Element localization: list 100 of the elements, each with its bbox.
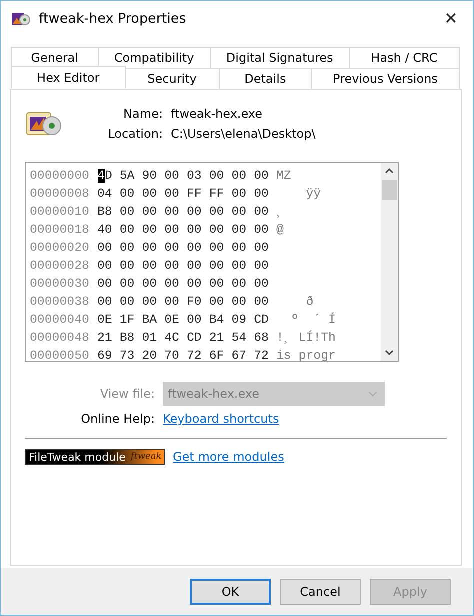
hex-byte: 00: [232, 168, 247, 185]
field-value: C:\Users\elena\Desktop\: [171, 127, 316, 141]
hex-byte: 00: [232, 258, 247, 275]
window-title: ftweak-hex Properties: [39, 11, 188, 27]
hex-byte: 00: [209, 222, 224, 239]
hex-byte: 00: [232, 294, 247, 311]
hex-byte: 00: [254, 222, 269, 239]
hex-byte: 72: [187, 348, 202, 365]
hex-byte: 00: [254, 204, 269, 221]
hex-byte: FF: [209, 186, 224, 203]
hex-byte: 00: [187, 204, 202, 221]
hex-byte: 69: [98, 348, 112, 365]
offset-text: 00000000: [30, 168, 90, 185]
scrollbar[interactable]: [381, 163, 398, 361]
offset-text: 00000030: [30, 276, 90, 293]
hex-byte: 00: [232, 204, 247, 221]
hex-byte: 00: [164, 294, 180, 311]
tab[interactable]: Previous Versions: [310, 68, 460, 89]
ascii-text: ÿÿ: [305, 186, 322, 203]
hex-byte: 0E: [98, 312, 112, 329]
hex-byte: 00: [120, 240, 135, 257]
hex-byte: 00: [142, 240, 158, 257]
hex-view[interactable]: [25, 162, 399, 362]
hex-byte: 6F: [209, 348, 224, 365]
hex-byte: 00: [164, 240, 180, 257]
hex-byte: 00: [254, 276, 269, 293]
ascii-text: !¸ LÍ!Th: [276, 330, 336, 347]
ascii-text: @: [276, 222, 284, 239]
hex-byte: 00: [142, 222, 158, 239]
field-label: Online Help:: [80, 412, 155, 426]
offset-text: 00000048: [30, 330, 90, 347]
hex-byte: 00: [187, 258, 202, 275]
hex-byte: 00: [142, 258, 158, 275]
hex-byte: 00: [232, 276, 247, 293]
hex-byte: 00: [98, 276, 112, 293]
field-value: ftweak-hex.exe: [171, 107, 263, 121]
hex-byte: 00: [209, 294, 224, 311]
hex-byte: 00: [142, 186, 158, 203]
hex-byte: 00: [254, 186, 269, 203]
hex-byte: 03: [187, 168, 202, 185]
hex-byte: 00: [98, 258, 112, 275]
hex-byte: 73: [120, 348, 135, 365]
hex-byte: 00: [209, 240, 224, 257]
ascii-text: ð: [305, 294, 314, 311]
offset-text: 00000018: [30, 222, 90, 239]
hex-byte: 04: [98, 186, 112, 203]
hex-byte: 68: [254, 330, 269, 347]
hex-byte: 00: [120, 222, 135, 239]
hex-byte: 00: [209, 168, 224, 185]
keyboard-shortcuts-link[interactable]: Keyboard shortcuts: [163, 412, 280, 426]
offset-text: 00000028: [30, 258, 90, 275]
offset-text: 00000008: [30, 186, 90, 203]
hex-byte: B8: [120, 330, 135, 347]
hex-byte: 00: [120, 186, 135, 203]
hex-byte: CD: [254, 312, 269, 329]
hex-byte: 21: [98, 330, 112, 347]
get-more-modules-link[interactable]: Get more modules: [173, 450, 284, 464]
hex-byte: 00: [164, 204, 180, 221]
hex-byte: 00: [232, 222, 247, 239]
tab[interactable]: Hex Editor: [11, 66, 126, 89]
hex-byte: 67: [232, 348, 247, 365]
scroll-thumb[interactable]: [382, 180, 397, 200]
hex-byte: 20: [142, 348, 158, 365]
hex-byte: 00: [142, 204, 158, 221]
hex-byte: 00: [187, 276, 202, 293]
hex-byte: 00: [164, 258, 180, 275]
field-label: Location:: [107, 127, 163, 141]
hex-byte: 00: [209, 204, 224, 221]
close-button[interactable]: ✕: [429, 1, 473, 37]
hex-byte: 4D: [98, 168, 112, 185]
hex-byte: 90: [142, 168, 158, 185]
hex-byte: 00: [209, 258, 224, 275]
ascii-text: MZ: [276, 168, 292, 185]
tab[interactable]: Hash / CRC: [348, 47, 460, 68]
field-label: View file:: [99, 387, 155, 401]
hex-byte: 00: [164, 222, 180, 239]
ascii-text: º ´ Í: [290, 312, 336, 329]
dialog-button[interactable]: OK: [190, 578, 271, 604]
hex-byte: 01: [142, 330, 158, 347]
hex-byte: 00: [164, 168, 180, 185]
hex-byte: 00: [164, 276, 180, 293]
offset-text: 00000010: [30, 204, 90, 221]
hex-byte: 00: [98, 240, 112, 257]
hex-byte: CD: [187, 330, 202, 347]
logo-text: ftweak: [130, 452, 163, 462]
dialog-button[interactable]: Cancel: [280, 578, 361, 604]
hex-byte: 00: [120, 276, 135, 293]
field-label: Name:: [122, 107, 163, 121]
offset-text: 00000040: [30, 312, 90, 329]
hex-byte: 00: [232, 240, 247, 257]
dropdown-caret-icon: [368, 391, 378, 397]
hex-byte: 00: [254, 168, 269, 185]
offset-text: 00000020: [30, 240, 90, 257]
hex-byte: 00: [254, 240, 269, 257]
hex-byte: B4: [209, 312, 224, 329]
hex-byte: 72: [254, 348, 269, 365]
hex-byte: 09: [232, 312, 247, 329]
hex-byte: 21: [209, 330, 224, 347]
hex-byte: 00: [187, 222, 202, 239]
offset-text: 00000038: [30, 294, 90, 311]
